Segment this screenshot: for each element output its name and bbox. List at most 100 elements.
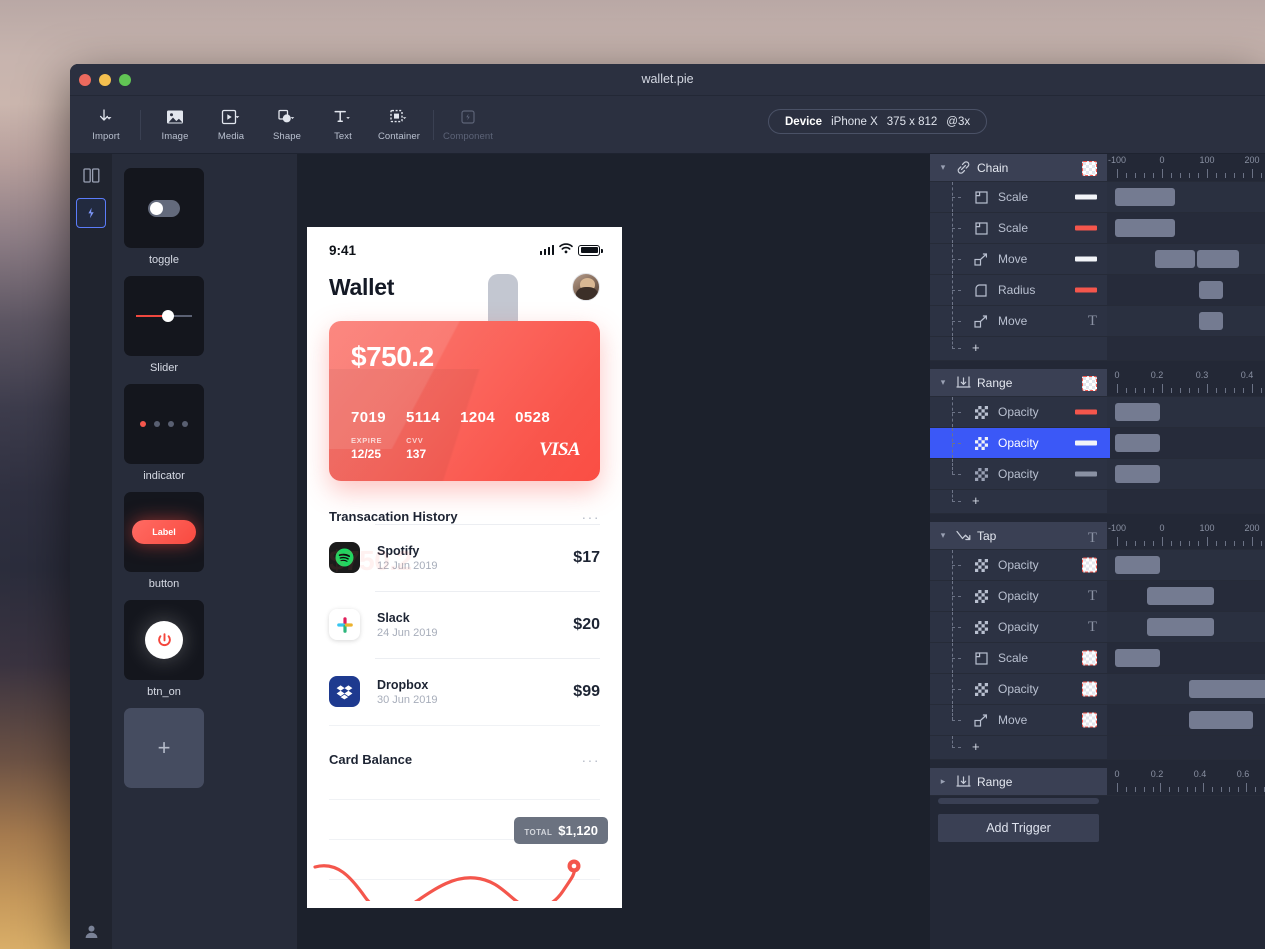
timeline-clip[interactable] (1115, 188, 1175, 206)
trigger-header-tap[interactable]: ▾ Tap T (930, 522, 1107, 550)
tooltip-value: $1,120 (558, 823, 598, 838)
toolbar-divider (140, 109, 141, 140)
timeline-row[interactable] (1107, 674, 1265, 705)
add-animation-row[interactable]: + (930, 337, 1107, 361)
component-icon (459, 107, 477, 127)
timeline-clip[interactable] (1115, 556, 1160, 574)
animation-name: Opacity (998, 405, 1039, 419)
timeline-row[interactable] (1107, 459, 1265, 490)
add-animation-row[interactable]: + (930, 490, 1107, 514)
transaction-row[interactable]: Dropbox 30 Jun 2019 $99 (307, 658, 622, 725)
timeline-clip[interactable] (1199, 281, 1223, 299)
toolbar-media-button[interactable]: Media (203, 100, 259, 150)
timeline-row[interactable] (1107, 306, 1265, 337)
library-item-button[interactable]: Label button (124, 492, 204, 590)
timeline-clip[interactable] (1147, 618, 1214, 636)
panels-icon[interactable] (76, 160, 106, 190)
timeline-tracks[interactable]: -100 0 100 200 30 (1107, 154, 1265, 949)
timeline-clip[interactable] (1115, 219, 1175, 237)
chevron-down-icon[interactable]: ▾ (934, 377, 952, 388)
timeline-row[interactable] (1107, 244, 1265, 275)
toolbar-shape-button[interactable]: Shape (259, 100, 315, 150)
account-icon[interactable] (70, 924, 112, 939)
animation-name: Radius (998, 283, 1036, 297)
toolbar-component-button[interactable]: Component (440, 100, 496, 150)
card-expire-value: 12/25 (351, 447, 382, 461)
animation-row[interactable]: Opacity (930, 459, 1107, 490)
chevron-down-icon[interactable]: ▾ (934, 530, 952, 541)
device-selector[interactable]: Device iPhone X 375 x 812 @3x (768, 109, 988, 134)
library-item-indicator[interactable]: indicator (124, 384, 204, 482)
trigger-header-chain[interactable]: ▾ Chain (930, 154, 1107, 182)
animation-row[interactable]: Scale (930, 182, 1107, 213)
timeline-clip[interactable] (1115, 465, 1160, 483)
timeline-clip[interactable] (1147, 587, 1214, 605)
timeline-ruler-range-collapsed[interactable]: 0 0.2 0.4 0.6 0. (1107, 768, 1265, 796)
phone-preview[interactable]: 9:41 Wallet $750.2 7019 5114 1204 0528 E… (307, 227, 622, 908)
animation-row[interactable]: Scale (930, 643, 1107, 674)
trigger-header-range-collapsed[interactable]: ▸ Range (930, 768, 1107, 796)
avatar[interactable] (572, 273, 600, 301)
add-trigger-button[interactable]: Add Trigger (938, 814, 1099, 842)
toolbar-import-button[interactable]: Import (78, 100, 134, 150)
timeline-clip[interactable] (1155, 250, 1195, 268)
timeline-clip[interactable] (1199, 312, 1223, 330)
transaction-history-menu-icon[interactable]: ··· (582, 510, 601, 524)
animation-target-badge (1082, 650, 1097, 666)
media-play-icon (221, 107, 241, 127)
animation-row[interactable]: Move (930, 244, 1107, 275)
chevron-down-icon[interactable]: ▾ (934, 162, 952, 173)
add-component-button[interactable]: + (124, 708, 204, 788)
animation-name: Scale (998, 221, 1029, 235)
timeline-row[interactable] (1107, 643, 1265, 674)
timeline-ruler-chain[interactable]: -100 0 100 200 30 (1107, 154, 1265, 182)
library-item-add[interactable]: + (124, 708, 204, 788)
animation-row[interactable]: Move (930, 705, 1107, 736)
animation-row[interactable]: Move T (930, 306, 1107, 337)
animation-row[interactable]: Opacity (930, 397, 1107, 428)
animation-row[interactable]: Radius (930, 275, 1107, 306)
slider-preview (124, 276, 204, 356)
timeline-row[interactable] (1107, 182, 1265, 213)
component-library-icon[interactable] (76, 198, 106, 228)
transaction-info: Spotify 12 Jun 2019 (377, 544, 438, 572)
animation-row[interactable]: Opacity T (930, 612, 1107, 643)
library-item-slider[interactable]: Slider (124, 276, 204, 374)
transaction-row[interactable]: Spotify 12 Jun 2019 $17 (307, 524, 622, 591)
animation-row[interactable]: Scale (930, 213, 1107, 244)
transaction-row[interactable]: Slack 24 Jun 2019 $20 (307, 591, 622, 658)
timeline-row[interactable] (1107, 275, 1265, 306)
timeline-row[interactable] (1107, 612, 1265, 643)
timeline-ruler-range[interactable]: 0 0.2 0.3 0.4 0. (1107, 369, 1265, 397)
timeline-clip[interactable] (1115, 434, 1160, 452)
balance-chart[interactable]: TOTAL $1,120 (307, 781, 622, 901)
range-icon (952, 775, 974, 788)
toolbar-container-button[interactable]: Container (371, 100, 427, 150)
animation-row-selected[interactable]: Opacity (930, 428, 1107, 459)
chevron-right-icon[interactable]: ▸ (934, 776, 952, 787)
credit-card[interactable]: $750.2 7019 5114 1204 0528 EXPIRE 12/25 (329, 321, 600, 481)
timeline-row[interactable] (1107, 581, 1265, 612)
animation-target-badge (1075, 471, 1097, 477)
timeline-clip[interactable] (1197, 250, 1239, 268)
animation-row[interactable]: Opacity (930, 674, 1107, 705)
add-animation-row[interactable]: + (930, 736, 1107, 760)
timeline-row-selected[interactable] (1107, 428, 1265, 459)
animation-row[interactable]: Opacity (930, 550, 1107, 581)
toolbar-text-button[interactable]: Text (315, 100, 371, 150)
timeline-row[interactable] (1107, 705, 1265, 736)
timeline-clip[interactable] (1115, 403, 1160, 421)
trigger-header-range[interactable]: ▾ Range (930, 369, 1107, 397)
timeline-row[interactable] (1107, 550, 1265, 581)
library-item-btn-on[interactable]: btn_on (124, 600, 204, 698)
timeline-ruler-tap[interactable]: -100 0 100 200 30 (1107, 522, 1265, 550)
timeline-row[interactable] (1107, 397, 1265, 428)
timeline-clip[interactable] (1189, 711, 1253, 729)
timeline-clip[interactable] (1115, 649, 1160, 667)
library-item-toggle[interactable]: toggle (124, 168, 204, 266)
animation-row[interactable]: Opacity T (930, 581, 1107, 612)
timeline-row[interactable] (1107, 213, 1265, 244)
card-balance-menu-icon[interactable]: ··· (582, 753, 601, 767)
timeline-clip[interactable] (1189, 680, 1265, 698)
toolbar-image-button[interactable]: Image (147, 100, 203, 150)
